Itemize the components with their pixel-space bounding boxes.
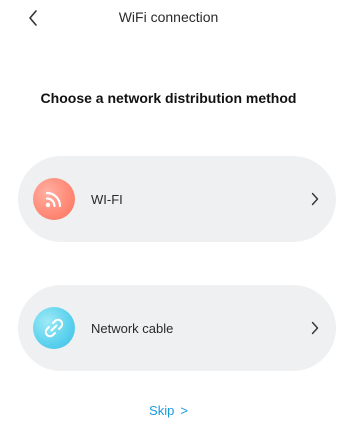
chevron-right-icon [308,190,322,208]
skip-link[interactable]: Skip > [0,403,337,418]
chevron-right-icon [308,319,322,337]
wifi-icon [33,178,75,220]
section-heading: Choose a network distribution method [40,90,297,106]
page-title: WiFi connection [118,9,219,25]
wifi-option-label: WI-FI [91,191,123,207]
skip-arrow: > [180,403,188,418]
header: WiFi connection [0,0,337,36]
cable-icon [33,307,75,349]
network-cable-option-label: Network cable [91,320,174,336]
skip-label: Skip [149,403,175,418]
wifi-connection-screen: WiFi connection Choose a network distrib… [0,0,337,424]
wifi-option-card[interactable]: WI-FI [18,156,336,242]
network-cable-option-card[interactable]: Network cable [18,285,336,371]
